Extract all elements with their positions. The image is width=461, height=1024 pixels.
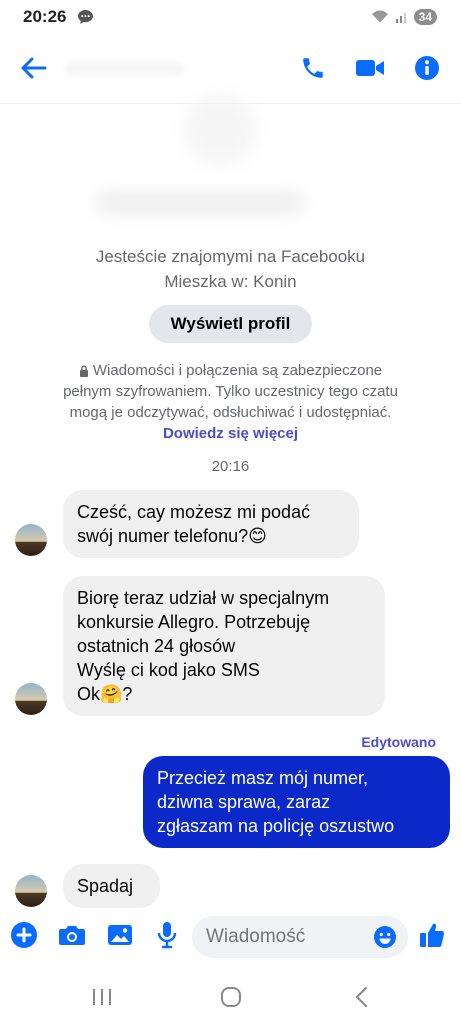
message-bubble-incoming[interactable]: Biorę teraz udział w specjalnym konkursi… <box>63 576 385 716</box>
lock-icon <box>79 365 88 378</box>
camera-button[interactable] <box>57 920 87 950</box>
message-notification-icon <box>78 10 93 24</box>
edited-label: Edytowano <box>361 734 436 750</box>
contact-name-redacted[interactable] <box>65 62 185 76</box>
home-button[interactable] <box>216 982 246 1012</box>
friends-text: Jesteście znajomymi na Facebooku <box>95 247 366 266</box>
profile-info: Jesteście znajomymi na Facebooku Mieszka… <box>0 244 461 294</box>
back-button[interactable] <box>16 50 52 86</box>
message-line: swój numer telefonu?😊 <box>77 526 267 546</box>
sender-avatar[interactable] <box>15 875 47 907</box>
message-line: ostatnich 24 głosów <box>77 636 236 656</box>
system-nav-bar <box>0 968 461 1024</box>
contact-name-large-redacted <box>95 190 305 216</box>
arrow-left-icon <box>21 57 47 79</box>
message-line: zgłaszam na policję oszustwo <box>157 816 395 836</box>
thumbs-up-icon <box>420 923 445 948</box>
video-call-button[interactable] <box>352 50 388 86</box>
encryption-notice: Wiadomości i połączenia są zabezpieczone… <box>60 360 401 444</box>
emoji-icon[interactable] <box>373 925 397 949</box>
plus-circle-icon <box>11 922 37 948</box>
chat-header <box>0 34 461 104</box>
camera-icon <box>59 926 85 945</box>
voice-call-button[interactable] <box>295 50 331 86</box>
status-time: 20:26 <box>23 7 67 26</box>
recent-apps-icon <box>93 989 111 1005</box>
recent-apps-button[interactable] <box>87 982 117 1012</box>
info-icon <box>415 56 439 80</box>
voice-message-button[interactable] <box>152 920 182 950</box>
signal-icon <box>395 13 406 23</box>
learn-more-link[interactable]: Dowiedz się więcej <box>163 425 298 442</box>
battery-indicator: 34 <box>413 9 437 25</box>
info-button[interactable] <box>409 50 445 86</box>
message-line: konkursie Allegro. Potrzebuję <box>77 612 311 632</box>
phone-icon <box>303 58 323 78</box>
sender-avatar[interactable] <box>15 683 47 715</box>
contact-avatar-redacted <box>185 95 255 165</box>
location-text: Mieszka w: Konin <box>164 272 297 291</box>
sender-avatar[interactable] <box>15 524 47 556</box>
status-bar: 20:26 34 <box>0 0 461 34</box>
chevron-left-icon <box>355 987 367 1007</box>
message-timestamp: 20:16 <box>211 458 250 475</box>
message-bubble-incoming[interactable]: Spadaj <box>63 864 160 908</box>
video-camera-icon <box>356 60 384 76</box>
message-line: dziwna sprawa, zaraz <box>157 792 331 812</box>
message-line: Spadaj <box>77 876 134 896</box>
message-bubble-outgoing[interactable]: Przecież masz mój numer, dziwna sprawa, … <box>143 756 450 848</box>
more-actions-button[interactable] <box>9 920 39 950</box>
encryption-text: Wiadomości i połączenia są zabezpieczone… <box>63 362 398 421</box>
home-icon <box>221 987 241 1007</box>
message-bubble-incoming[interactable]: Cześć, cay możesz mi podać swój numer te… <box>63 490 359 558</box>
wifi-icon <box>371 10 388 23</box>
message-line: Przecież masz mój numer, <box>157 768 369 788</box>
gallery-button[interactable] <box>105 920 135 950</box>
message-composer <box>0 906 461 968</box>
message-line: Cześć, cay możesz mi podać <box>77 502 311 522</box>
like-button[interactable] <box>417 920 447 950</box>
view-profile-button[interactable]: Wyświetl profil <box>149 305 312 343</box>
message-line: Biorę teraz udział w specjalnym <box>77 588 330 608</box>
status-right: 34 <box>370 9 437 25</box>
message-line: Ok🤗? <box>77 684 133 704</box>
image-icon <box>108 925 132 945</box>
microphone-icon <box>157 922 177 949</box>
message-line: Wyślę ci kod jako SMS <box>77 660 260 680</box>
nav-back-button[interactable] <box>346 982 376 1012</box>
